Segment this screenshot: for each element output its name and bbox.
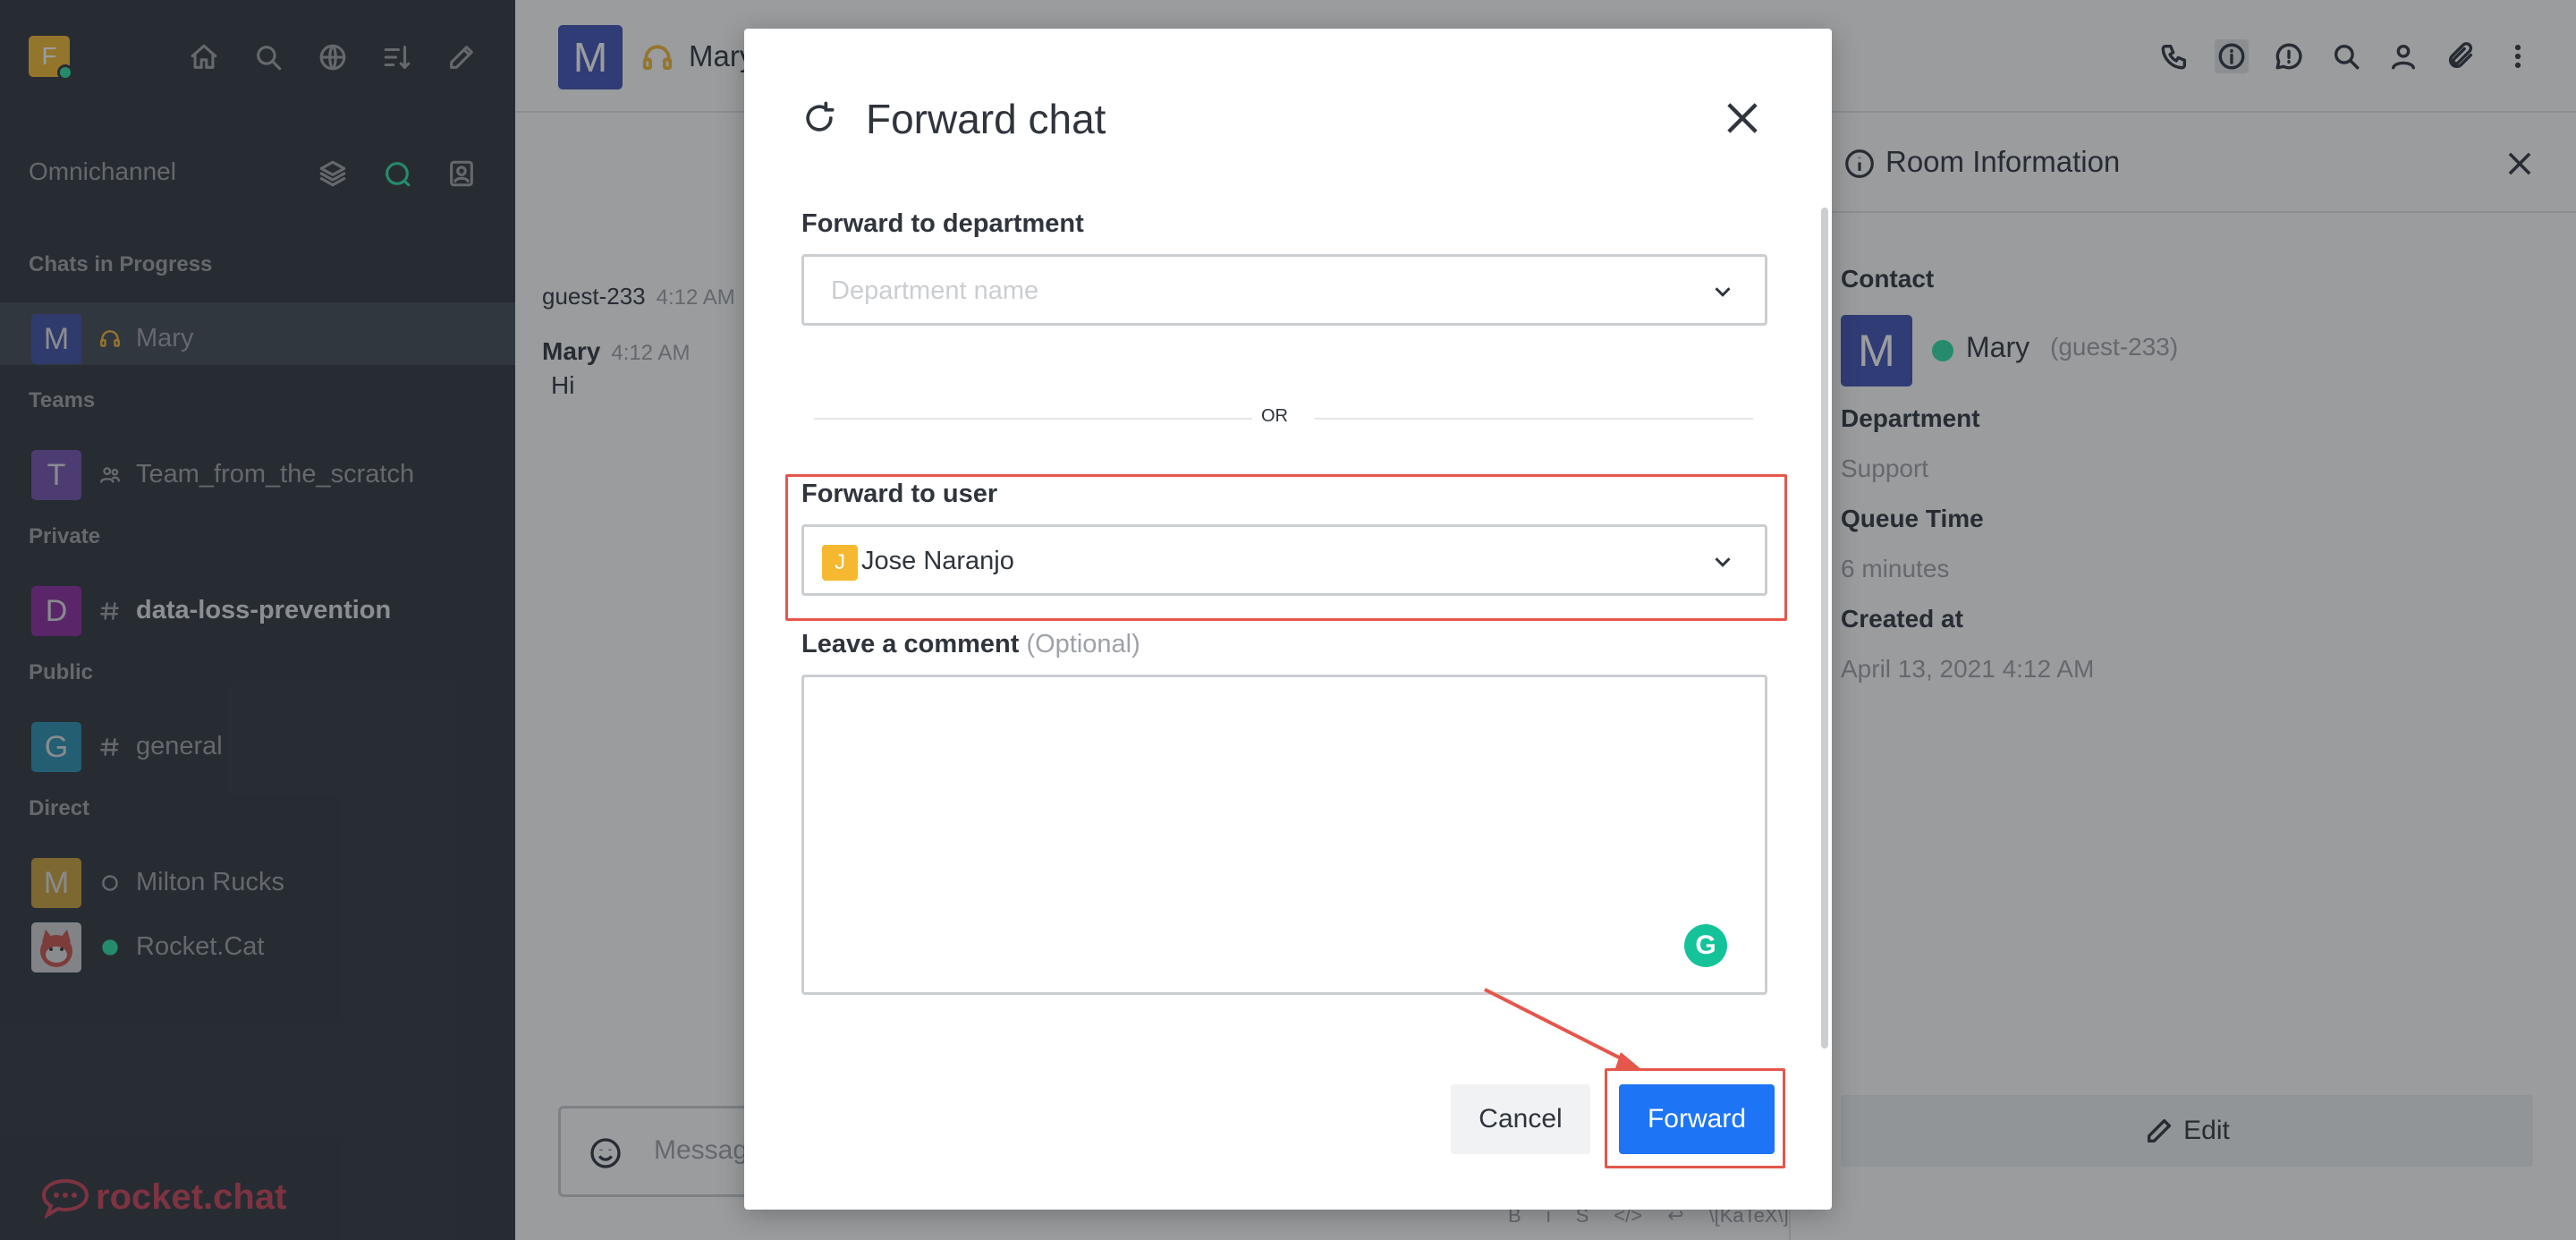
department-placeholder: Department name [831,276,1039,305]
scrollbar[interactable] [1821,208,1828,1049]
comment-textarea[interactable]: G [801,675,1767,995]
grammarly-icon[interactable]: G [1684,924,1727,967]
comment-label-text: Leave a comment [801,630,1020,658]
highlight-forward-button [1605,1068,1785,1168]
or-text: OR [1261,406,1288,426]
cancel-button[interactable]: Cancel [1451,1084,1590,1154]
highlight-forward-to-user [785,474,1787,621]
divider-line [814,418,1252,420]
close-icon[interactable] [1719,95,1766,141]
department-field-label: Forward to department [801,209,1084,238]
comment-field-label: Leave a comment (Optional) [801,630,1140,659]
optional-text: (Optional) [1026,630,1140,658]
forward-icon [806,101,835,132]
department-select[interactable]: Department name [801,254,1767,326]
or-divider: OR [814,403,1753,435]
modal-title: Forward chat [866,96,1106,142]
chevron-down-icon [1715,287,1731,297]
divider-line [1315,418,1753,420]
